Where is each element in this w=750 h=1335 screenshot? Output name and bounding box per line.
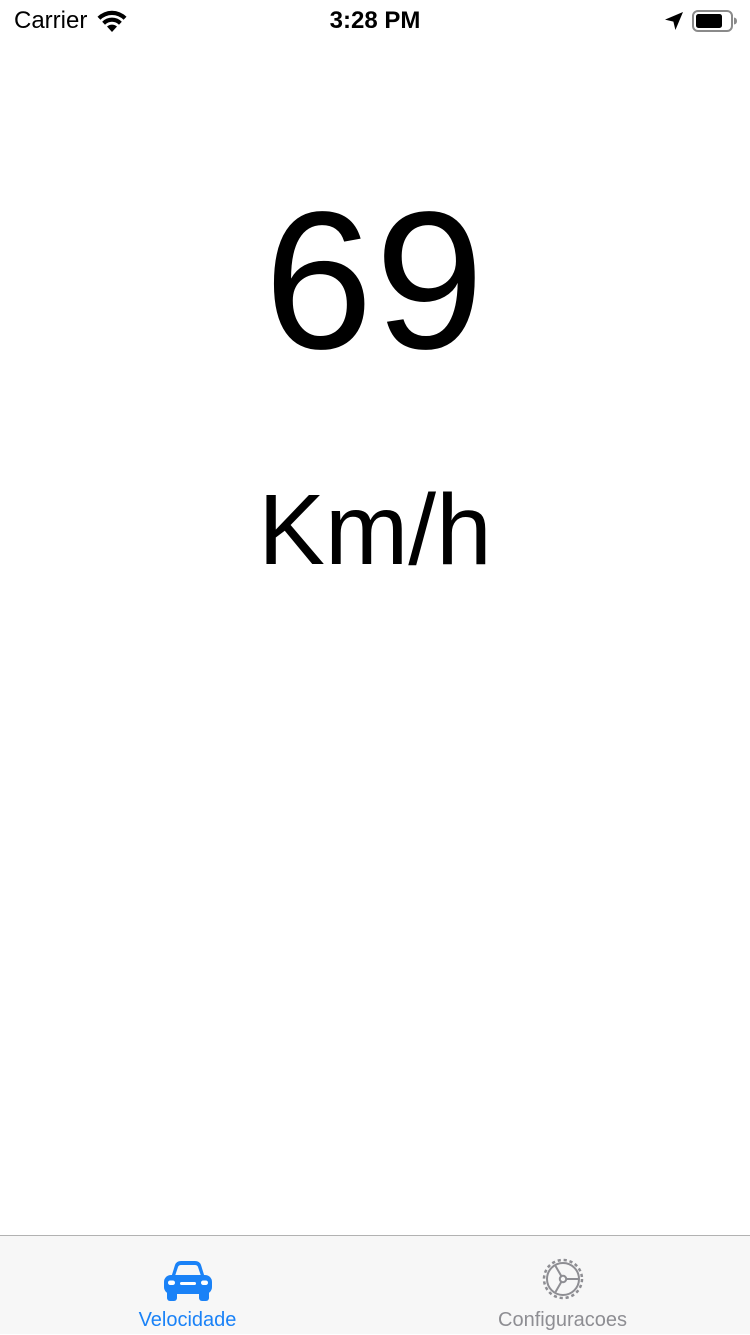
gear-icon	[542, 1258, 583, 1300]
status-icons	[664, 6, 738, 36]
battery-icon	[692, 10, 737, 32]
speed-value: 69	[263, 171, 486, 390]
location-arrow-icon	[665, 12, 683, 30]
tab-velocidade-label: Velocidade	[138, 1309, 237, 1331]
tab-velocidade[interactable]: Velocidade	[0, 1236, 375, 1335]
status-bar: Carrier 3:28 PM	[0, 0, 750, 40]
tab-configuracoes[interactable]: Configuracoes	[375, 1236, 750, 1335]
speed-unit: Km/h	[258, 474, 492, 586]
status-time: 3:28 PM	[329, 7, 421, 34]
tab-configuracoes-label: Configuracoes	[498, 1309, 627, 1331]
tab-bar: Velocidade Configuracoes	[0, 1235, 750, 1334]
car-icon	[163, 1261, 212, 1301]
